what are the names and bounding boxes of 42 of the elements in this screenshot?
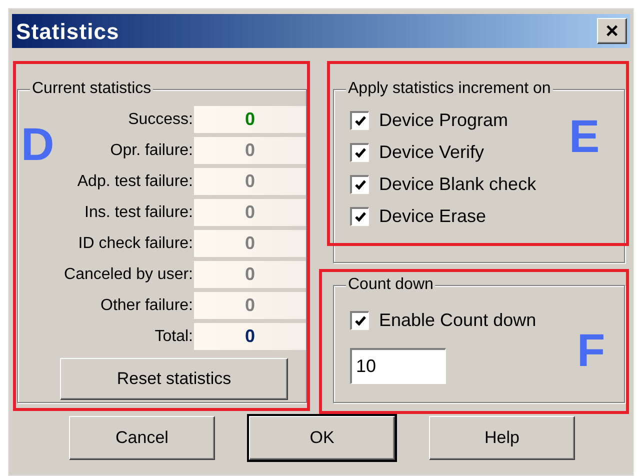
checkbox-label: Device Program xyxy=(379,110,508,130)
statistic-value: 0 xyxy=(194,261,306,288)
checkbox-label: Device Verify xyxy=(379,142,484,162)
annotation-letter: D xyxy=(21,121,54,167)
statistic-label: Other failure: xyxy=(100,296,193,316)
annotation-letter: E xyxy=(569,113,600,159)
dialog-button[interactable]: OK xyxy=(249,416,395,460)
statistic-label: Canceled by user: xyxy=(64,264,193,284)
statistic-label: Ins. test failure: xyxy=(84,202,193,222)
statistic-value: 0 xyxy=(194,323,306,350)
count-down-field[interactable]: 10 xyxy=(350,348,446,384)
statistic-label: ID check failure: xyxy=(78,234,193,254)
checkmark-icon xyxy=(354,212,366,222)
checkmark-icon xyxy=(354,148,366,158)
checkbox[interactable] xyxy=(350,206,369,226)
checkbox-label: Device Erase xyxy=(379,206,486,226)
statistic-label: Adp. test failure: xyxy=(77,172,193,192)
checkbox[interactable] xyxy=(350,174,369,194)
checkmark-icon xyxy=(354,180,366,190)
checkmark-icon xyxy=(354,316,366,326)
statistic-value: 0 xyxy=(194,168,306,195)
statistic-value: 0 xyxy=(194,292,306,319)
statistic-value: 0 xyxy=(194,106,306,133)
group-title: Apply statistics increment on xyxy=(346,79,553,99)
checkmark-icon xyxy=(354,116,366,126)
checkbox[interactable] xyxy=(350,142,369,162)
annotation-letter: F xyxy=(577,327,606,373)
statistic-label: Success: xyxy=(128,110,193,130)
statistic-value: 0 xyxy=(194,137,306,164)
checkbox-label: Enable Count down xyxy=(379,310,536,330)
statistic-value: 0 xyxy=(194,199,306,226)
statistic-label: Total: xyxy=(154,326,193,346)
statistic-label: Opr. failure: xyxy=(110,140,193,160)
checkbox-label: Device Blank check xyxy=(379,174,536,194)
reset-statistics-button[interactable]: Reset statistics xyxy=(60,358,288,400)
checkbox[interactable] xyxy=(350,310,369,330)
dialog-button[interactable]: Cancel xyxy=(69,416,215,460)
statistic-value: 0 xyxy=(194,230,306,257)
close-button[interactable]: × xyxy=(597,18,627,44)
checkbox[interactable] xyxy=(350,110,369,130)
dialog-button[interactable]: Help xyxy=(429,416,575,460)
window-title: Statistics xyxy=(16,18,120,46)
